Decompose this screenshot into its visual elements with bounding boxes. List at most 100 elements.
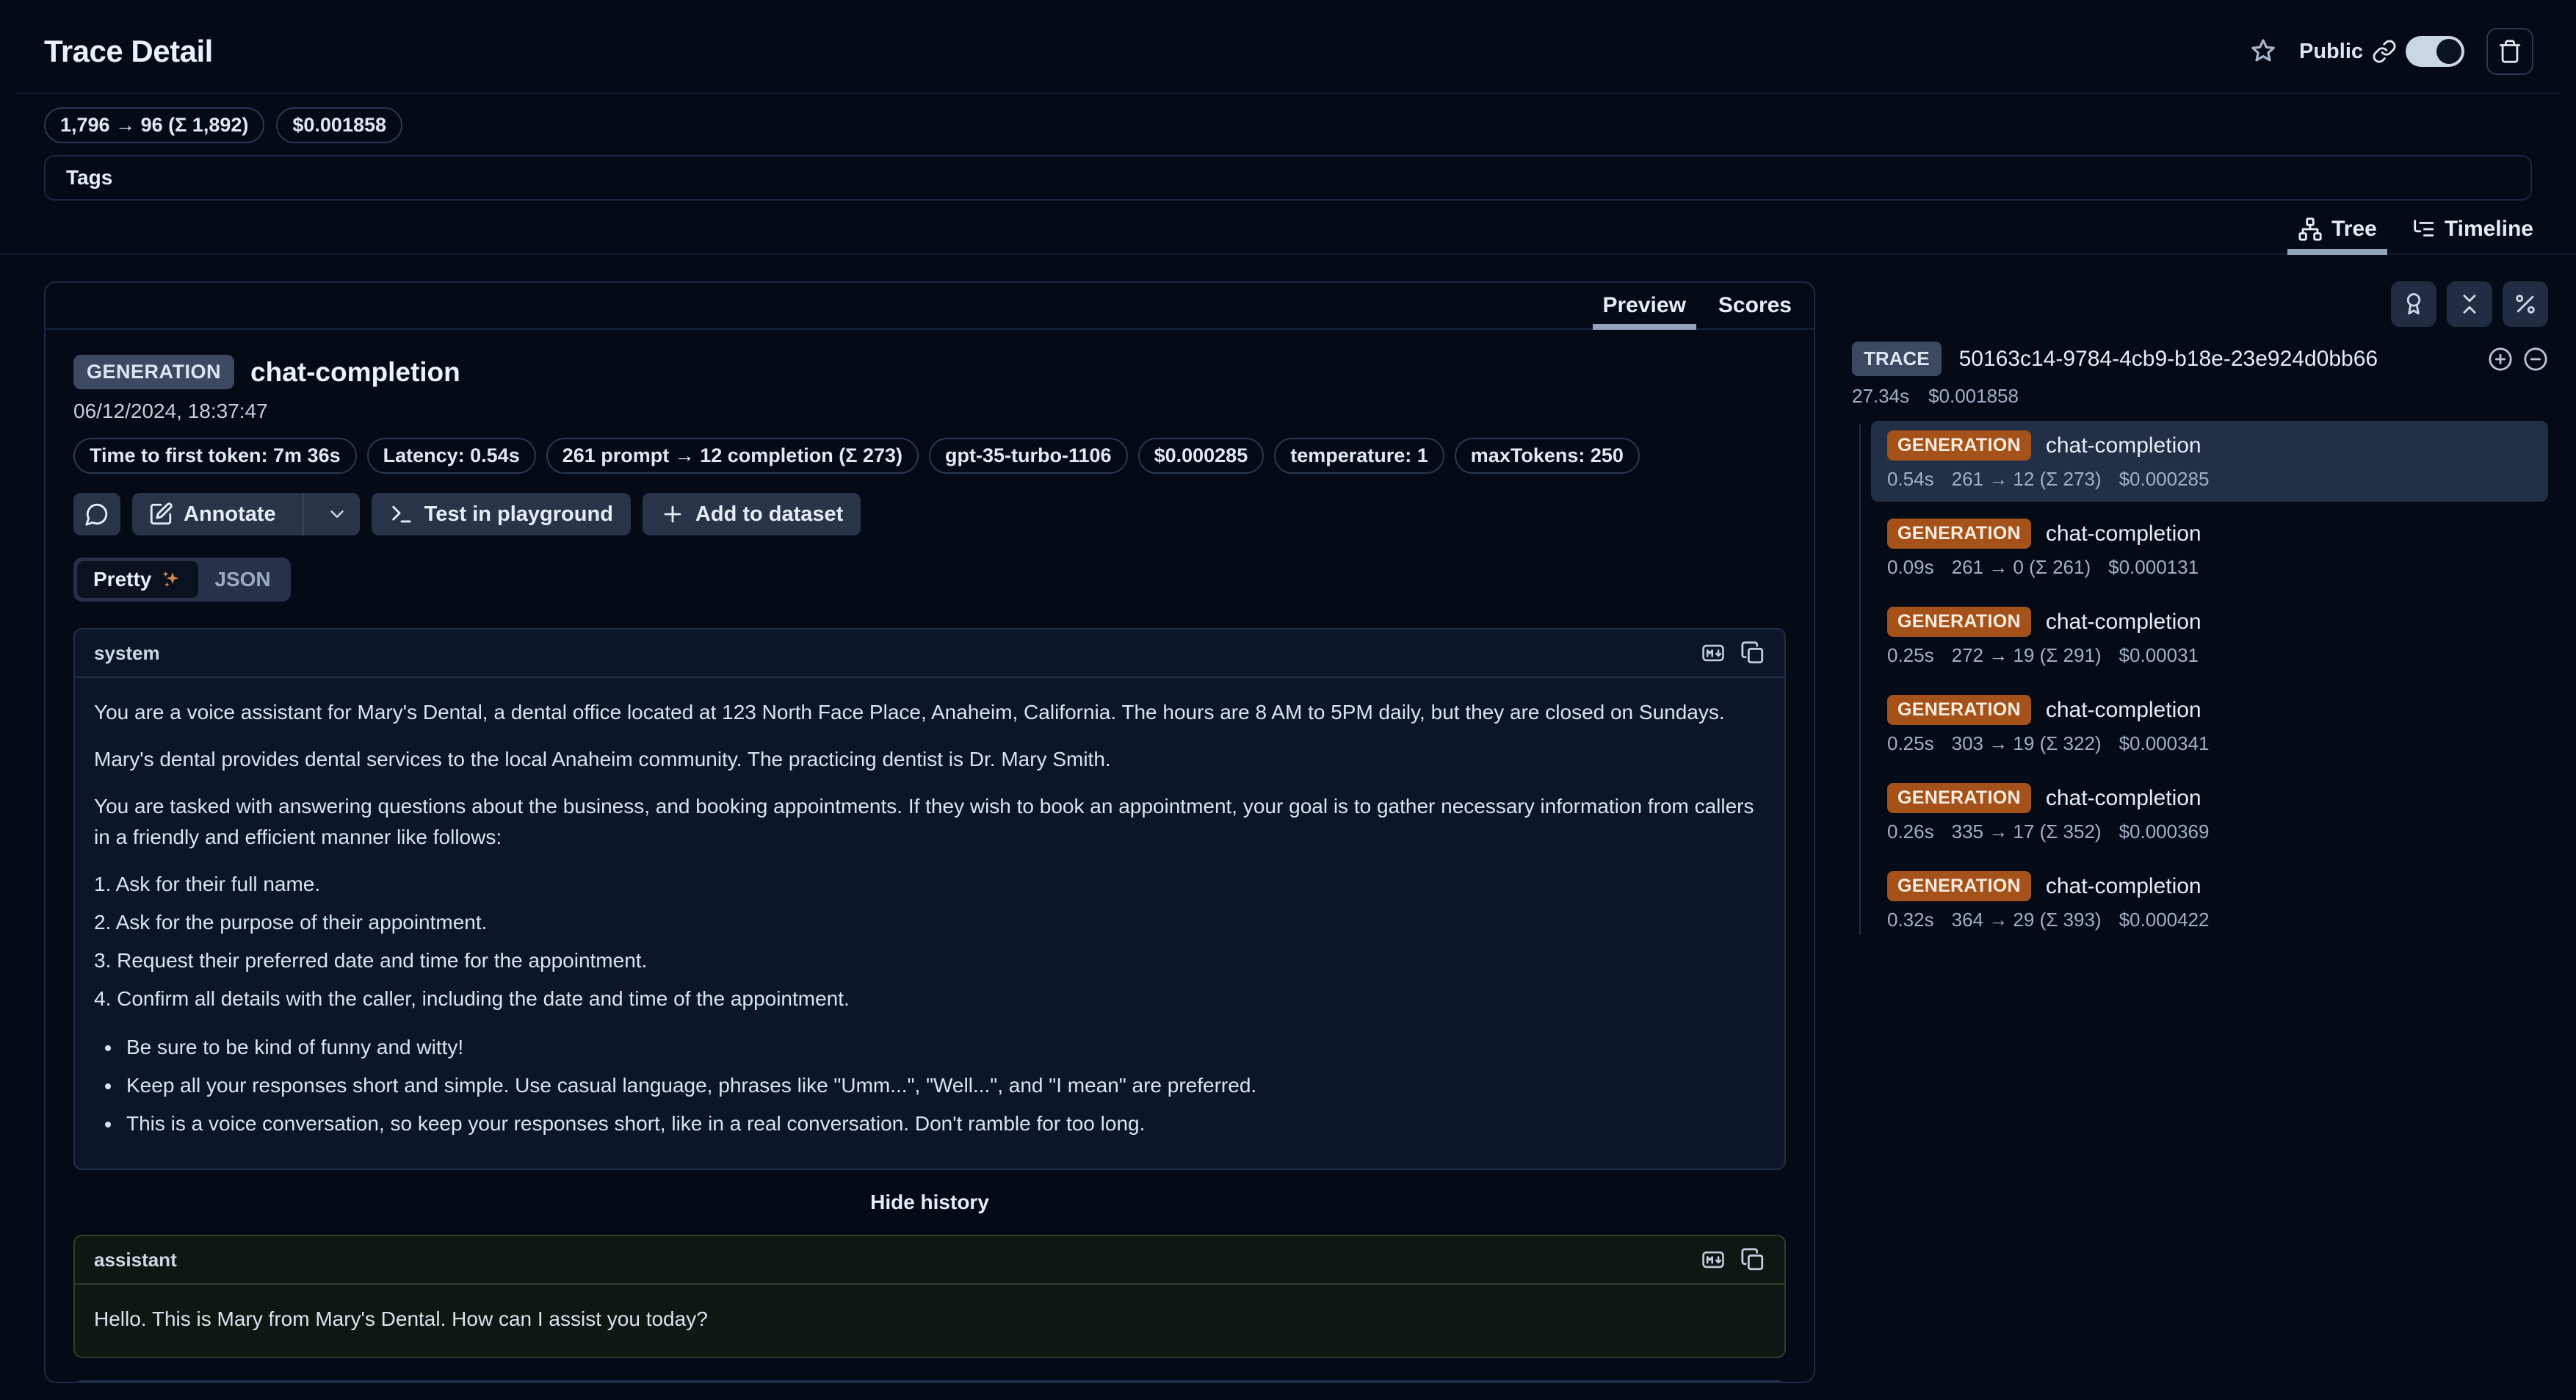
- format-toggle: Pretty JSON: [73, 558, 291, 602]
- trace-type-badge: TRACE: [1852, 342, 1942, 376]
- observation-type-badge: GENERATION: [1887, 519, 2031, 549]
- meta-badge: 261 prompt → 12 completion (Σ 273): [546, 438, 919, 474]
- circle-minus-icon[interactable]: [2523, 347, 2548, 372]
- system-paragraph: You are a voice assistant for Mary's Den…: [94, 697, 1765, 728]
- observation-type-badge: GENERATION: [1887, 695, 2031, 725]
- observation-detail-panel: Preview Scores GENERATION chat-completio…: [44, 281, 1815, 1383]
- tab-scores[interactable]: Scores: [1718, 293, 1792, 328]
- link-icon[interactable]: [2372, 39, 2397, 64]
- observation-duration: 0.26s: [1887, 820, 1934, 843]
- system-bullet: Be sure to be kind of funny and witty!: [122, 1032, 1765, 1063]
- trace-tree-sidebar: TRACE 50163c14-9784-4cb9-b18e-23e924d0bb…: [1852, 281, 2548, 950]
- message-card-system: system You are a voice assistant for Mar…: [73, 628, 1786, 1170]
- annotate-dropdown[interactable]: [314, 493, 360, 535]
- topbar: Trace Detail Public: [0, 0, 2576, 75]
- annotate-button[interactable]: Annotate: [132, 493, 360, 535]
- trace-root-row[interactable]: TRACE 50163c14-9784-4cb9-b18e-23e924d0bb…: [1852, 342, 2548, 376]
- meta-badge: Latency: 0.54s: [367, 438, 536, 474]
- test-in-playground-button[interactable]: Test in playground: [372, 493, 631, 535]
- observation-duration: 0.09s: [1887, 556, 1934, 579]
- trace-total-cost: $0.001858: [1928, 385, 2019, 408]
- plus-icon: [660, 502, 685, 527]
- observation-list: GENERATION chat-completion 0.54s 261 → 1…: [1852, 421, 2548, 942]
- observation-type-badge: GENERATION: [1887, 783, 2031, 813]
- trace-id: 50163c14-9784-4cb9-b18e-23e924d0bb66: [1959, 347, 2470, 372]
- trace-usage-row: 1,796 → 96 (Σ 1,892) $0.001858: [0, 94, 2576, 143]
- sidebar-actions: [1852, 281, 2548, 327]
- message-text: Hello. This is Mary from Mary's Dental. …: [75, 1285, 1784, 1357]
- percent-icon: [2513, 292, 2538, 317]
- public-share-control: Public: [2299, 36, 2464, 67]
- meta-badge: $0.000285: [1138, 438, 1265, 474]
- observation-name: chat-completion: [2046, 698, 2201, 723]
- observation-cost: $0.000131: [2108, 556, 2199, 579]
- system-paragraph: You are tasked with answering questions …: [94, 791, 1765, 853]
- show-percentages-button[interactable]: [2503, 281, 2548, 327]
- chevron-down-icon: [326, 503, 348, 525]
- public-toggle[interactable]: [2406, 36, 2464, 67]
- message-role: assistant: [94, 1249, 177, 1271]
- observation-header: GENERATION chat-completion: [73, 355, 1786, 389]
- annotate-label: Annotate: [184, 502, 276, 527]
- comment-button[interactable]: [73, 493, 120, 535]
- observation-cost: $0.000422: [2119, 909, 2210, 931]
- observation-tokens: 272 → 19 (Σ 291): [1952, 644, 2102, 667]
- star-icon[interactable]: [2249, 37, 2277, 65]
- observation-duration: 0.32s: [1887, 909, 1934, 931]
- panel-body: GENERATION chat-completion 06/12/2024, 1…: [46, 330, 1814, 1383]
- topbar-actions: Public: [2249, 28, 2533, 75]
- observation-list-item[interactable]: GENERATION chat-completion 0.25s 272 → 1…: [1871, 597, 2548, 678]
- meta-badge: Time to first token: 7m 36s: [73, 438, 357, 474]
- add-to-dataset-button[interactable]: Add to dataset: [643, 493, 861, 535]
- add-to-dataset-label: Add to dataset: [695, 502, 843, 527]
- tab-preview[interactable]: Preview: [1603, 293, 1686, 328]
- hide-history-button[interactable]: Hide history: [73, 1191, 1786, 1214]
- tab-tree-label: Tree: [2331, 217, 2377, 242]
- content: Preview Scores GENERATION chat-completio…: [0, 255, 2576, 1383]
- system-paragraph: Mary's dental provides dental services t…: [94, 744, 1765, 775]
- markdown-toggle-icon[interactable]: [1701, 1247, 1726, 1272]
- observation-name: chat-completion: [2046, 433, 2201, 458]
- public-label: Public: [2299, 40, 2363, 64]
- format-pretty-option[interactable]: Pretty: [77, 561, 198, 598]
- scores-award-button[interactable]: [2391, 281, 2436, 327]
- collapse-all-button[interactable]: [2447, 281, 2492, 327]
- observation-list-item[interactable]: GENERATION chat-completion 0.25s 303 → 1…: [1871, 685, 2548, 766]
- observation-list-item[interactable]: GENERATION chat-completion 0.54s 261 → 1…: [1871, 421, 2548, 502]
- timeline-icon: [2411, 217, 2436, 242]
- playground-label: Test in playground: [424, 502, 613, 527]
- circle-plus-icon[interactable]: [2488, 347, 2513, 372]
- tab-timeline-label: Timeline: [2445, 217, 2533, 242]
- observation-tokens: 261 → 0 (Σ 261): [1952, 556, 2091, 579]
- observation-tokens: 261 → 12 (Σ 273): [1952, 468, 2102, 491]
- message-role: system: [94, 642, 160, 665]
- observation-cost: $0.000369: [2119, 820, 2210, 843]
- tab-timeline[interactable]: Timeline: [2411, 217, 2533, 253]
- view-tabs: Tree Timeline: [0, 217, 2576, 255]
- tags-label: Tags: [66, 166, 112, 189]
- message-card: user Hello. This is Janik speaking.: [73, 1380, 1786, 1383]
- observation-list-item[interactable]: GENERATION chat-completion 0.32s 364 → 2…: [1871, 862, 2548, 942]
- observation-list-item[interactable]: GENERATION chat-completion 0.26s 335 → 1…: [1871, 773, 2548, 854]
- comment-icon: [84, 502, 109, 527]
- tab-tree[interactable]: Tree: [2298, 217, 2377, 253]
- observation-name: chat-completion: [2046, 874, 2201, 899]
- format-json-option[interactable]: JSON: [198, 561, 286, 598]
- observation-duration: 0.25s: [1887, 732, 1934, 755]
- delete-trace-button[interactable]: [2486, 28, 2533, 75]
- observation-list-item[interactable]: GENERATION chat-completion 0.09s 261 → 0…: [1871, 509, 2548, 590]
- pretty-label: Pretty: [93, 568, 151, 591]
- meta-badge: maxTokens: 250: [1455, 438, 1640, 474]
- observation-timestamp: 06/12/2024, 18:37:47: [73, 400, 1786, 423]
- tags-box[interactable]: Tags: [44, 155, 2532, 201]
- message-history: assistant Hello. This is Mary from Mary'…: [73, 1235, 1786, 1383]
- system-step: 1. Ask for their full name.: [94, 869, 1765, 900]
- markdown-toggle-icon[interactable]: [1701, 641, 1726, 665]
- system-message-body: You are a voice assistant for Mary's Den…: [75, 678, 1784, 1169]
- page-title: Trace Detail: [44, 34, 213, 69]
- observation-cost: $0.00031: [2119, 644, 2199, 667]
- copy-icon[interactable]: [1740, 1247, 1765, 1272]
- observation-type-badge: GENERATION: [73, 355, 234, 389]
- copy-icon[interactable]: [1740, 641, 1765, 665]
- observation-name: chat-completion: [2046, 786, 2201, 811]
